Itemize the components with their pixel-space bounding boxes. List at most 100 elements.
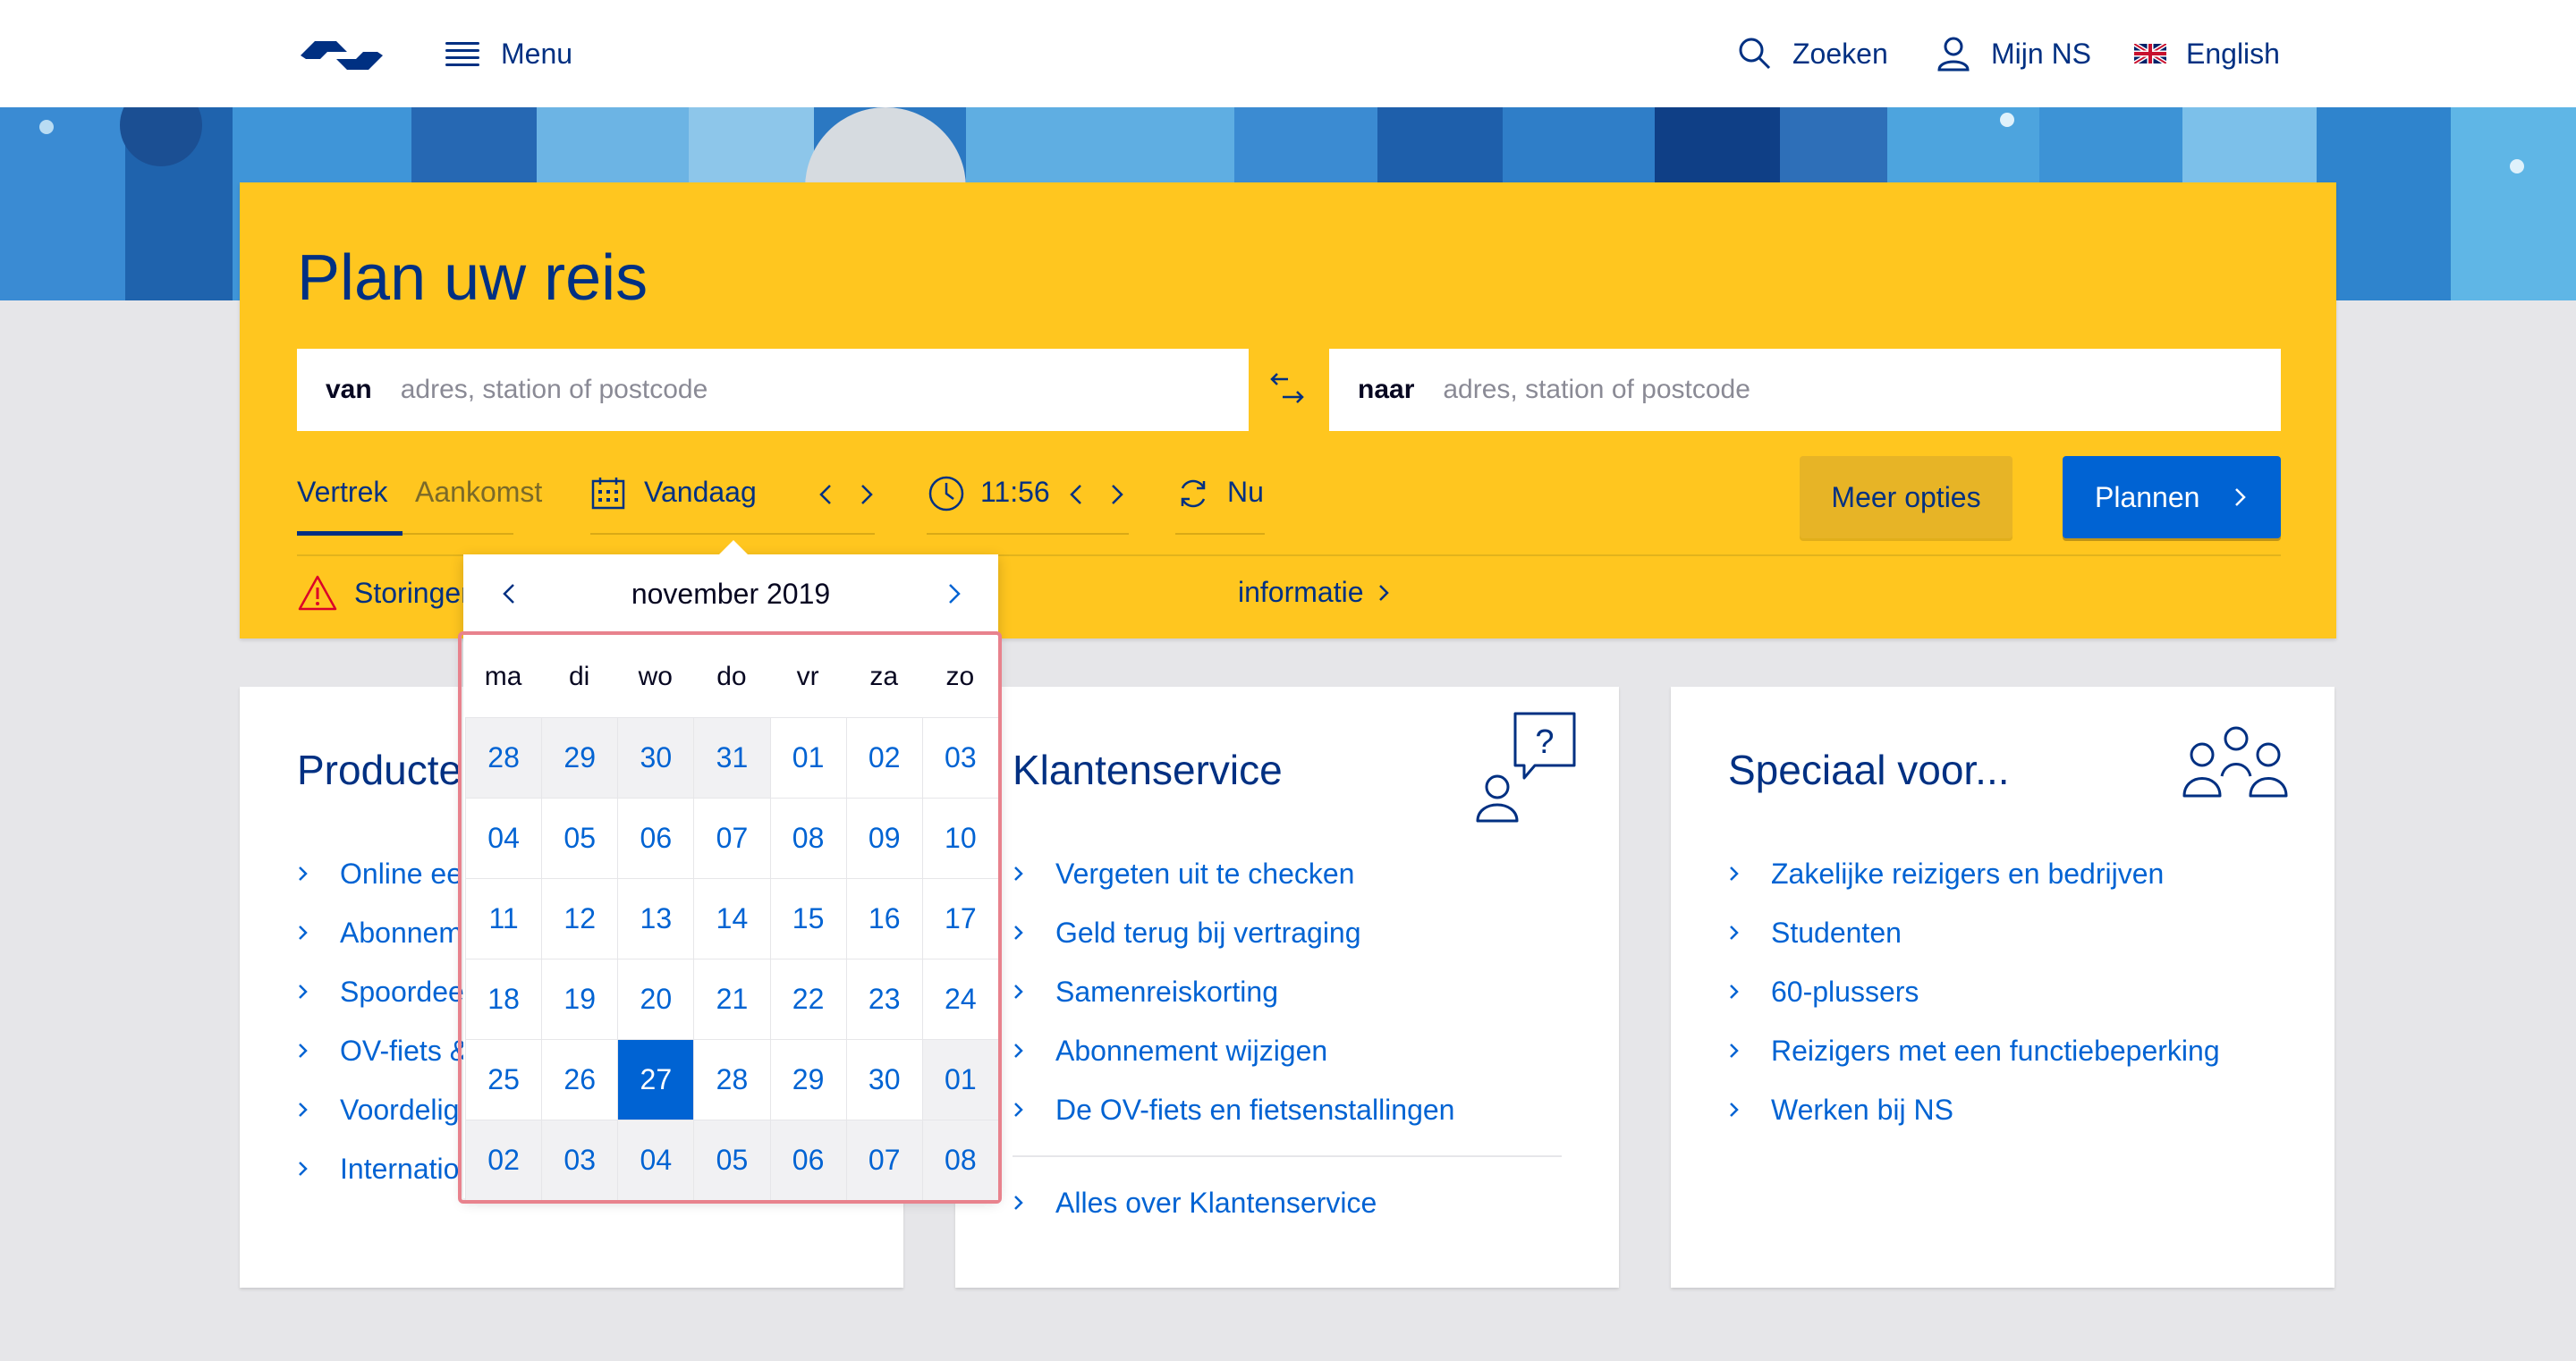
- calendar-day[interactable]: 30: [845, 1039, 922, 1120]
- calendar-day[interactable]: 08: [769, 798, 846, 878]
- calendar-day[interactable]: 19: [541, 959, 618, 1039]
- list-item[interactable]: Spoordee: [297, 962, 469, 1021]
- calendar-day[interactable]: 21: [693, 959, 770, 1039]
- calendar-day[interactable]: 12: [541, 878, 618, 959]
- refresh-icon[interactable]: [1175, 476, 1211, 511]
- list-item[interactable]: Studenten: [1728, 903, 2220, 962]
- calendar-day[interactable]: 04: [465, 798, 542, 878]
- calendar-day[interactable]: 02: [465, 1120, 542, 1200]
- calendar-day[interactable]: 04: [617, 1120, 694, 1200]
- calendar-day[interactable]: 06: [617, 798, 694, 878]
- customer-service-card: Klantenservice ? Vergeten uit te checken…: [955, 687, 1619, 1288]
- now-button[interactable]: Nu: [1227, 476, 1264, 509]
- calendar-day[interactable]: 29: [769, 1039, 846, 1120]
- list-item[interactable]: 60-plussers: [1728, 962, 2220, 1021]
- calendar-day[interactable]: 28: [693, 1039, 770, 1120]
- calendar-day[interactable]: 09: [845, 798, 922, 878]
- calendar-day[interactable]: 23: [845, 959, 922, 1039]
- list-item[interactable]: Abonnem: [297, 903, 469, 962]
- calendar-day[interactable]: 28: [465, 717, 542, 798]
- all-customer-service-link[interactable]: Alles over Klantenservice: [1013, 1173, 1377, 1232]
- calendar-day[interactable]: 10: [921, 798, 998, 878]
- calendar-day[interactable]: 01: [921, 1039, 998, 1120]
- list-item[interactable]: Voordelig: [297, 1080, 469, 1139]
- calendar-day[interactable]: 11: [465, 878, 542, 959]
- date-value[interactable]: Vandaag: [644, 476, 757, 509]
- calendar-day[interactable]: 05: [693, 1120, 770, 1200]
- from-input[interactable]: [400, 375, 1116, 405]
- next-time-icon[interactable]: [1106, 481, 1127, 508]
- calendar-icon[interactable]: [590, 476, 626, 511]
- calendar-day[interactable]: 22: [769, 959, 846, 1039]
- to-input[interactable]: [1443, 375, 2159, 405]
- from-label: van: [326, 375, 372, 404]
- calendar-day[interactable]: 03: [541, 1120, 618, 1200]
- calendar-day[interactable]: 15: [769, 878, 846, 959]
- group-people-icon: [2182, 726, 2288, 798]
- language-switch[interactable]: English: [2134, 32, 2280, 75]
- ns-logo[interactable]: [295, 36, 388, 75]
- calendar-day[interactable]: 05: [541, 798, 618, 878]
- chevron-right-icon: [1728, 982, 1771, 1002]
- calendar-day[interactable]: 25: [465, 1039, 542, 1120]
- calendar-day[interactable]: 24: [921, 959, 998, 1039]
- to-field[interactable]: naar: [1329, 349, 2281, 431]
- list-item-label: Werken bij NS: [1771, 1093, 1953, 1126]
- calendar-day[interactable]: 02: [845, 717, 922, 798]
- list-item[interactable]: Online ee: [297, 844, 469, 903]
- list-item[interactable]: Geld terug bij vertraging: [1013, 903, 1454, 962]
- calendar-day[interactable]: 17: [921, 878, 998, 959]
- swap-direction-icon[interactable]: [1267, 370, 1320, 410]
- more-options-button[interactable]: Meer opties: [1800, 456, 2012, 538]
- calendar-day[interactable]: 18: [465, 959, 542, 1039]
- chevron-right-icon: [1013, 864, 1055, 883]
- list-item[interactable]: OV-fiets &: [297, 1021, 469, 1080]
- calendar-day-selected[interactable]: 27: [617, 1039, 694, 1120]
- weekday-header: vr: [796, 662, 819, 691]
- calendar-day[interactable]: 07: [693, 798, 770, 878]
- calendar-day[interactable]: 13: [617, 878, 694, 959]
- menu-button[interactable]: Menu: [445, 32, 572, 75]
- calendar-day[interactable]: 01: [769, 717, 846, 798]
- calendar-day[interactable]: 20: [617, 959, 694, 1039]
- search-link[interactable]: Zoeken: [1737, 32, 1888, 75]
- previous-time-icon[interactable]: [1066, 481, 1088, 508]
- calendar-day[interactable]: 26: [541, 1039, 618, 1120]
- next-month-icon[interactable]: [937, 578, 970, 610]
- list-item[interactable]: Abonnement wijzigen: [1013, 1021, 1454, 1080]
- plan-button[interactable]: Plannen: [2063, 456, 2281, 538]
- tab-arrival[interactable]: Aankomst: [415, 476, 542, 509]
- chevron-right-icon: [297, 923, 340, 943]
- customer-question-icon: ?: [1476, 712, 1576, 823]
- calendar-day[interactable]: 30: [617, 717, 694, 798]
- travel-info-link[interactable]: informatie: [1238, 576, 1391, 609]
- list-item[interactable]: Vergeten uit te checken: [1013, 844, 1454, 903]
- calendar-day[interactable]: 31: [693, 717, 770, 798]
- from-field[interactable]: van: [297, 349, 1249, 431]
- service-card-title: Klantenservice: [1013, 747, 1283, 793]
- account-link[interactable]: Mijn NS: [1936, 32, 2091, 75]
- tab-departure[interactable]: Vertrek: [297, 476, 387, 509]
- calendar-day[interactable]: 06: [769, 1120, 846, 1200]
- chevron-right-icon: [1728, 1100, 1771, 1120]
- chevron-right-icon: [297, 864, 340, 883]
- list-item[interactable]: De OV-fiets en fietsenstallingen: [1013, 1080, 1454, 1139]
- calendar-day[interactable]: 29: [541, 717, 618, 798]
- calendar-day[interactable]: 07: [845, 1120, 922, 1200]
- time-value[interactable]: 11:56: [980, 476, 1050, 509]
- calendar-day[interactable]: 14: [693, 878, 770, 959]
- clock-icon[interactable]: [927, 474, 966, 513]
- warning-icon: [298, 575, 337, 611]
- list-item[interactable]: Zakelijke reizigers en bedrijven: [1728, 844, 2220, 903]
- list-item[interactable]: Reizigers met een functiebeperking: [1728, 1021, 2220, 1080]
- next-day-icon[interactable]: [855, 481, 877, 508]
- calendar-day[interactable]: 16: [845, 878, 922, 959]
- list-item[interactable]: Samenreiskorting: [1013, 962, 1454, 1021]
- list-item[interactable]: Internatio: [297, 1139, 469, 1198]
- list-item-label: Zakelijke reizigers en bedrijven: [1771, 857, 2165, 890]
- calendar-day[interactable]: 08: [921, 1120, 998, 1200]
- disruptions-link[interactable]: Storingen: [297, 574, 477, 612]
- calendar-day[interactable]: 03: [921, 717, 998, 798]
- previous-day-icon[interactable]: [816, 481, 837, 508]
- list-item[interactable]: Werken bij NS: [1728, 1080, 2220, 1139]
